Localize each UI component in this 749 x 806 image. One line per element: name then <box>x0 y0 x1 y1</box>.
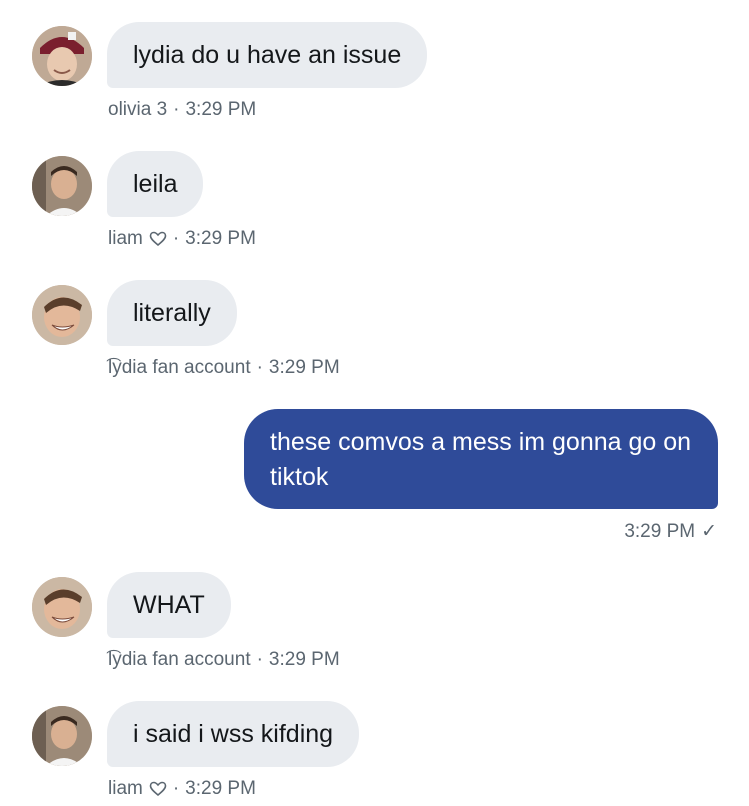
checkmark-icon: ✓ <box>701 521 717 542</box>
message-bubble[interactable]: i said i wss kifding <box>107 701 360 767</box>
message-bubble[interactable]: literally <box>107 280 237 346</box>
avatar-image <box>32 285 92 345</box>
message-bubble[interactable]: WHAT <box>107 572 231 638</box>
separator: · <box>172 778 180 799</box>
timestamp: 3:29 PM <box>185 99 257 120</box>
avatar-image <box>32 26 92 86</box>
message-meta: liam · 3:29 PM <box>108 228 256 250</box>
heart-outline-icon <box>149 231 167 247</box>
avatar-lydia-fan-account[interactable] <box>32 285 92 345</box>
message-bubble[interactable]: leila <box>107 151 204 217</box>
message-meta: olivia 3 · 3:29 PM <box>108 99 256 121</box>
timestamp: 3:29 PM <box>268 649 340 670</box>
separator: · <box>256 649 263 670</box>
separator: · <box>256 357 263 378</box>
timestamp: 3:29 PM <box>185 778 256 799</box>
sender-name[interactable]: liam <box>108 228 143 250</box>
message-bubble-outgoing[interactable]: these comvos a mess im gonna go on tikto… <box>244 409 718 509</box>
avatar-image <box>32 577 92 637</box>
message-meta: liam · 3:29 PM <box>108 778 256 800</box>
message-meta: ͡lydia fan account · 3:29 PM <box>108 649 340 671</box>
separator: · <box>172 228 180 249</box>
timestamp: 3:29 PM <box>268 357 340 378</box>
avatar-olivia[interactable] <box>32 26 92 86</box>
sender-name[interactable]: olivia 3 <box>108 99 167 121</box>
sender-name[interactable]: liam <box>108 778 143 800</box>
sender-name[interactable]: ͡lydia fan account <box>108 649 251 671</box>
avatar-lydia-fan-account[interactable] <box>32 577 92 637</box>
sender-name[interactable]: ͡lydia fan account <box>108 357 251 379</box>
separator: · <box>173 99 180 120</box>
avatar-image <box>32 156 92 216</box>
avatar-liam[interactable] <box>32 706 92 766</box>
message-bubble[interactable]: lydia do u have an issue <box>107 22 428 88</box>
timestamp: 3:29 PM <box>185 228 256 249</box>
heart-outline-icon <box>149 781 167 797</box>
avatar-image <box>32 706 92 766</box>
timestamp: 3:29 PM <box>624 520 696 542</box>
avatar-liam[interactable] <box>32 156 92 216</box>
message-meta: ͡lydia fan account · 3:29 PM <box>108 357 340 379</box>
message-meta-outgoing: 3:29 PM ✓ <box>624 520 717 543</box>
